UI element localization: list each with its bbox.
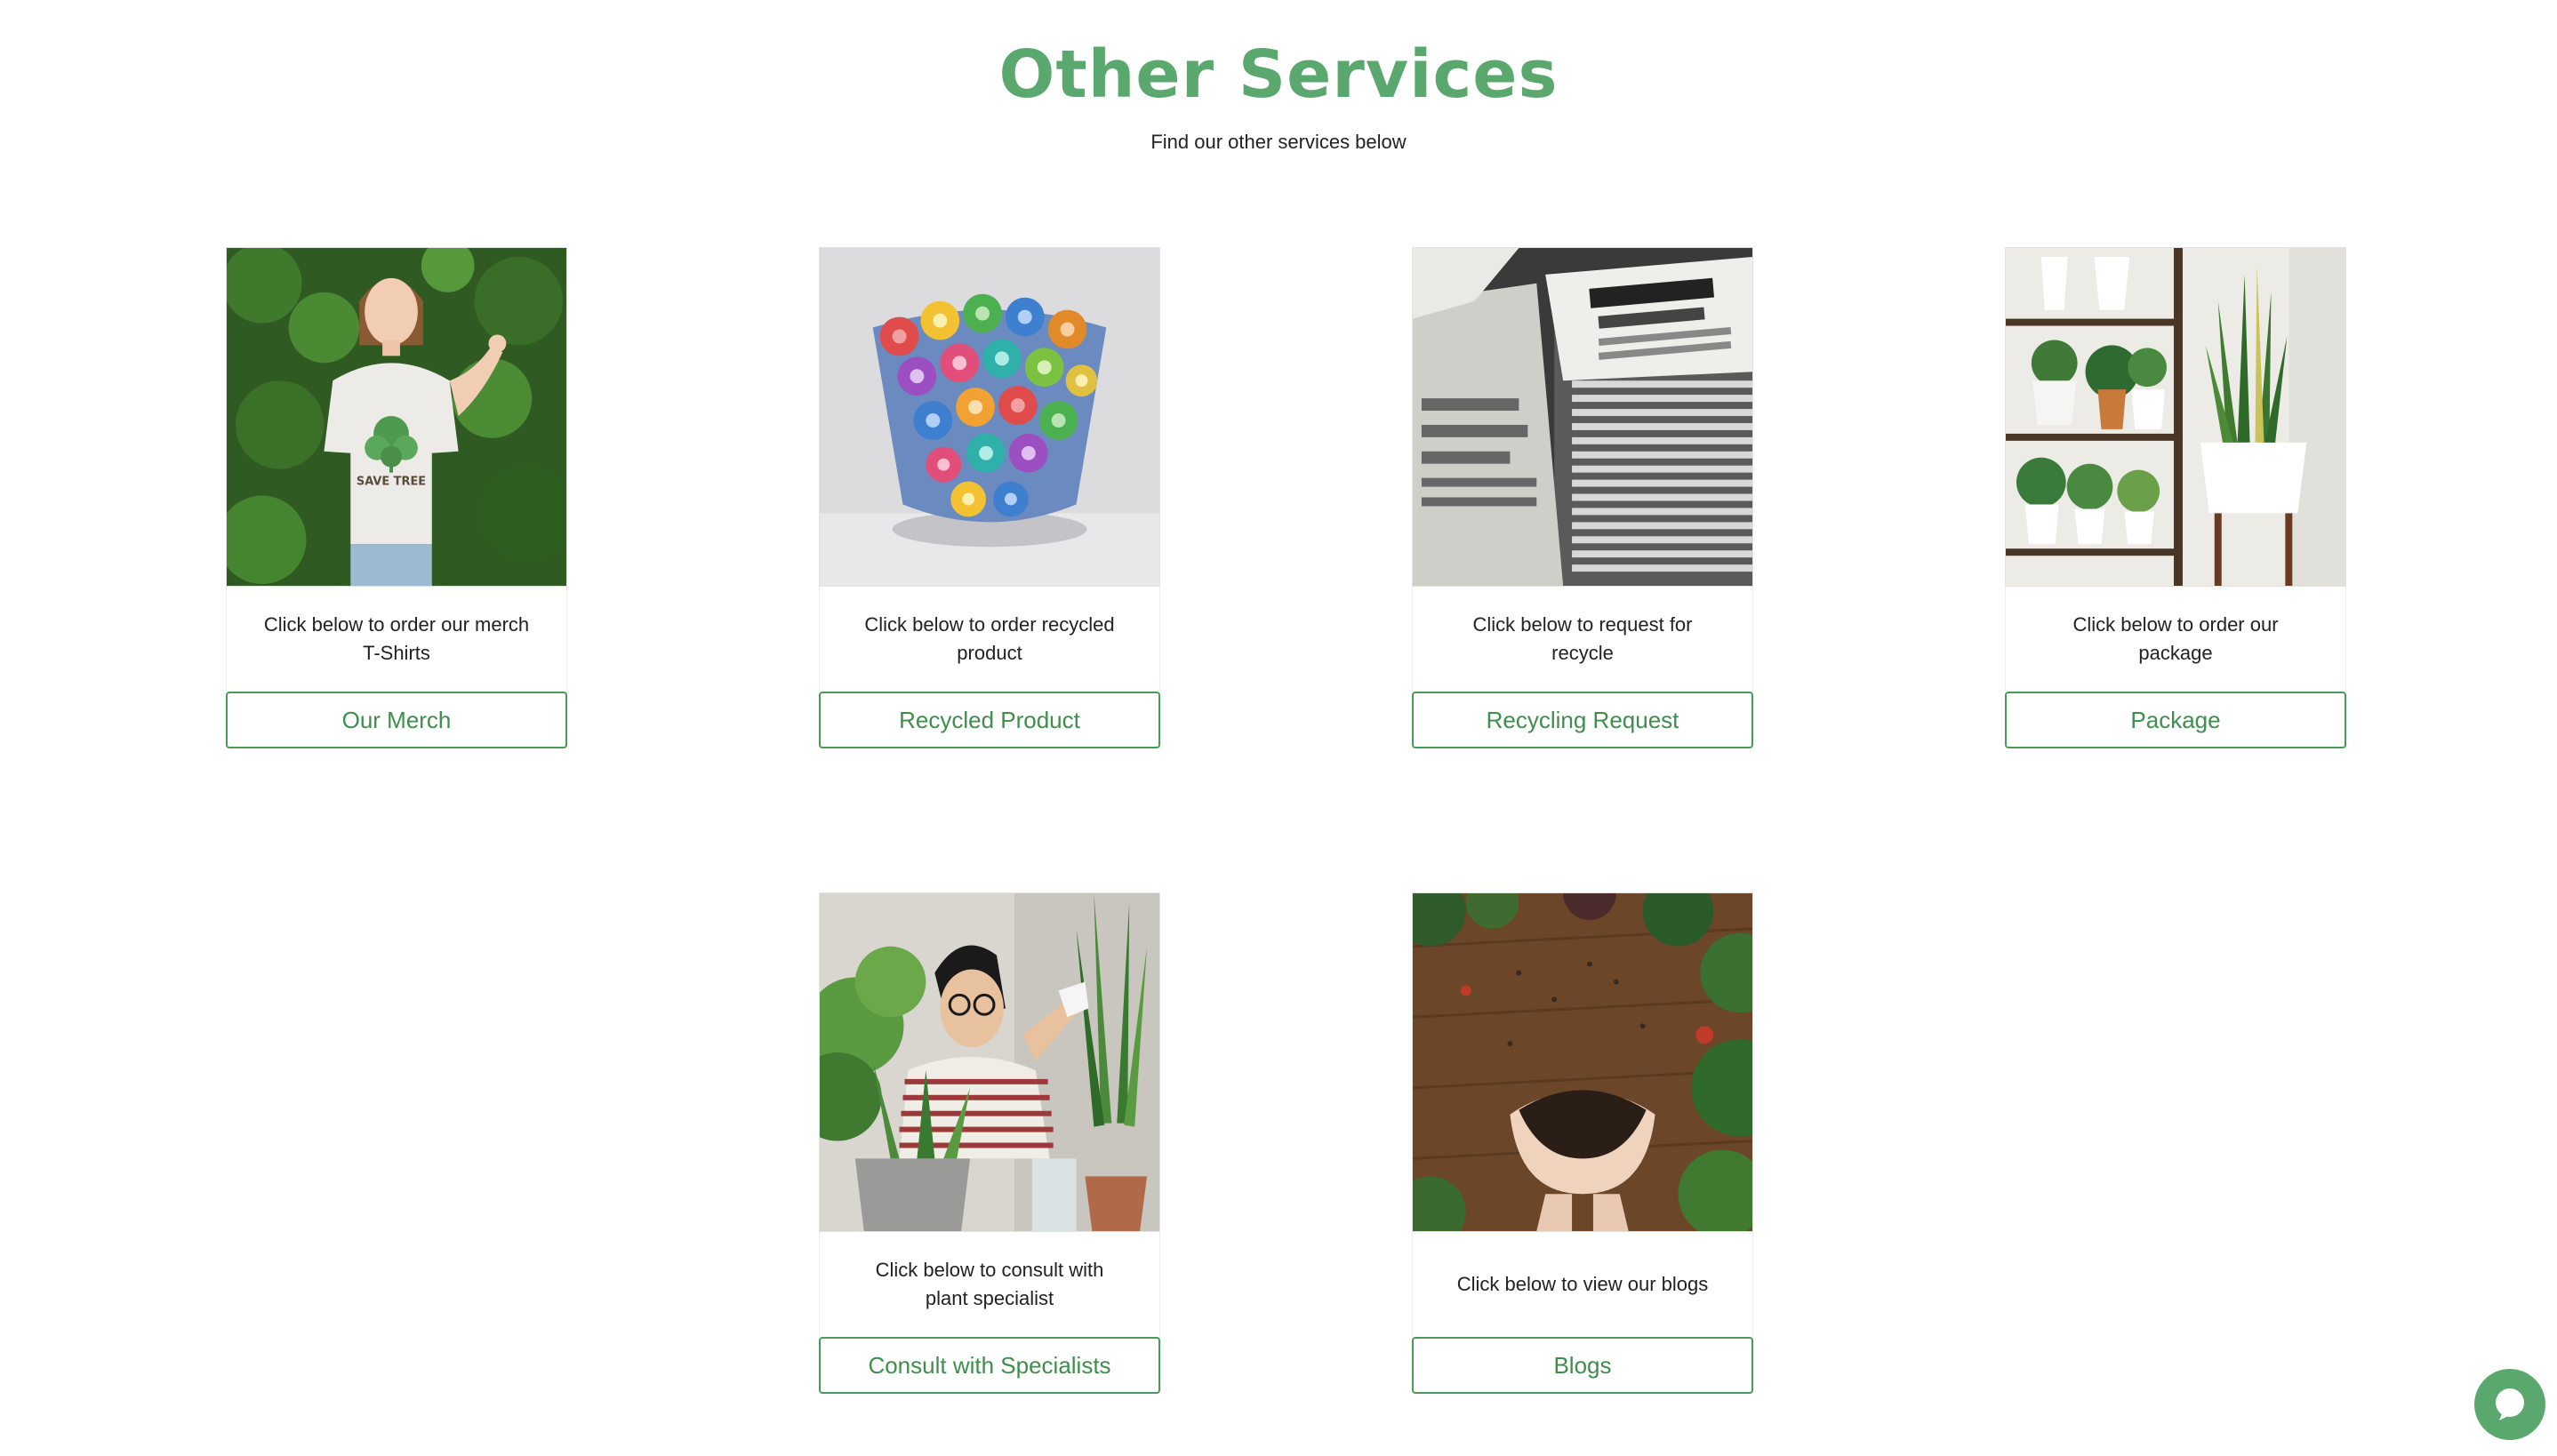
- girl-in-tshirt-photo: SAVE TREE: [227, 248, 566, 586]
- card-image-blogs: [1412, 892, 1753, 1232]
- card-text-merch: Click below to order our merch T-Shirts: [263, 613, 530, 664]
- package-button[interactable]: Package: [2005, 692, 2346, 748]
- service-card-blogs: Click below to view our blogs Blogs: [1412, 892, 1753, 1394]
- card-image-package: [2005, 247, 2346, 587]
- recycled-product-button[interactable]: Recycled Product: [819, 692, 1160, 748]
- recycled-paper-vase-photo: [820, 248, 1159, 586]
- card-body-consult: Click below to consult with plant specia…: [819, 1232, 1160, 1337]
- services-page: Other Services Find our other services b…: [0, 0, 2557, 1456]
- card-body-package: Click below to order our package: [2005, 587, 2346, 692]
- page-title: Other Services: [998, 36, 1559, 113]
- card-image-merch: SAVE TREE: [226, 247, 567, 587]
- card-image-recycling-request: [1412, 247, 1753, 587]
- card-body-recycled-product: Click below to order recycled product: [819, 587, 1160, 692]
- card-text-recycling-request: Click below to request for recycle: [1472, 613, 1693, 664]
- hands-holding-soil-photo: [1413, 893, 1752, 1231]
- service-card-recycling-request: Click below to request for recycle Recyc…: [1412, 247, 1753, 748]
- card-text-recycled-product: Click below to order recycled product: [864, 613, 1115, 664]
- consult-with-specialists-button[interactable]: Consult with Specialists: [819, 1337, 1160, 1394]
- card-text-blogs: Click below to view our blogs: [1456, 1273, 1709, 1295]
- service-card-recycled-product: Click below to order recycled product Re…: [819, 247, 1160, 748]
- service-card-package: Click below to order our package Package: [2005, 247, 2346, 748]
- potted-plants-photo: [2006, 248, 2345, 586]
- card-image-recycled-product: [819, 247, 1160, 587]
- card-text-package: Click below to order our package: [2072, 613, 2279, 664]
- newspaper-stack-photo: [1413, 248, 1752, 586]
- card-text-consult: Click below to consult with plant specia…: [875, 1259, 1104, 1309]
- card-image-consult: [819, 892, 1160, 1232]
- card-body-merch: Click below to order our merch T-Shirts: [226, 587, 567, 692]
- page-subtitle: Find our other services below: [1150, 131, 1407, 153]
- blogs-button[interactable]: Blogs: [1412, 1337, 1753, 1394]
- service-card-consult: Click below to consult with plant specia…: [819, 892, 1160, 1394]
- card-body-blogs: Click below to view our blogs: [1412, 1232, 1753, 1337]
- service-card-merch: SAVE TREE Click below to order our merch…: [226, 247, 567, 748]
- plant-specialist-photo: [820, 893, 1159, 1231]
- chat-button[interactable]: [2474, 1369, 2545, 1440]
- chat-bubble-icon: [2496, 1388, 2524, 1420]
- tshirt-print-text: SAVE TREE: [357, 476, 426, 489]
- recycling-request-button[interactable]: Recycling Request: [1412, 692, 1753, 748]
- card-body-recycling-request: Click below to request for recycle: [1412, 587, 1753, 692]
- our-merch-button[interactable]: Our Merch: [226, 692, 567, 748]
